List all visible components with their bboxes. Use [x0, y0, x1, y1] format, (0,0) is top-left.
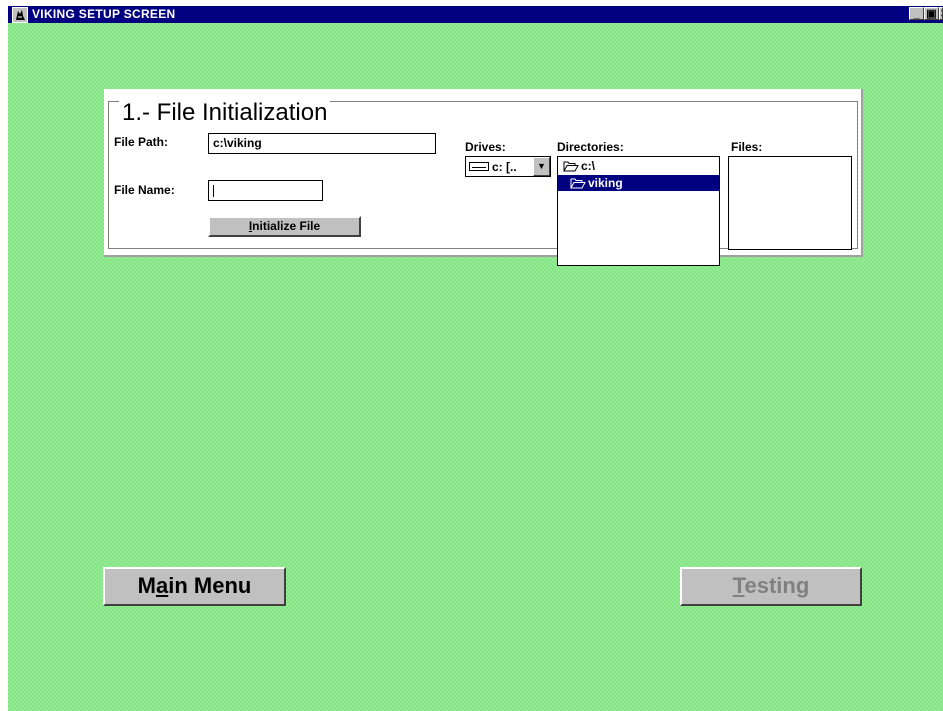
main-menu-label-start: M [137, 573, 156, 598]
text-caret [213, 184, 214, 197]
main-menu-mnemonic: a [155, 573, 169, 598]
initialize-label: nitialize File [252, 219, 321, 233]
title-bar[interactable]: VIKING SETUP SCREEN _ ▣ ✕ [8, 6, 943, 23]
file-initialization-panel: 1.- File Initialization File Path: c:\vi… [104, 89, 863, 266]
file-path-label: File Path: [114, 135, 169, 149]
testing-mnemonic: T [732, 573, 745, 598]
main-menu-label-end: in Menu [168, 573, 252, 598]
directories-label: Directories: [557, 140, 624, 154]
drives-select[interactable]: c: [.. ▼ [465, 156, 551, 177]
initialize-file-button[interactable]: Initialize File [208, 216, 361, 237]
section-title: 1.- File Initialization [119, 100, 331, 126]
client-area: 1.- File Initialization File Path: c:\vi… [8, 23, 943, 711]
close-button[interactable]: ✕ [939, 7, 943, 20]
directory-item-c-root[interactable]: c:\ [558, 158, 719, 174]
directory-item-viking[interactable]: viking [558, 175, 719, 191]
directory-name: viking [588, 176, 623, 190]
file-name-input[interactable] [208, 180, 323, 201]
file-path-input[interactable]: c:\viking [208, 133, 436, 154]
files-label: Files: [731, 140, 763, 154]
directory-name: c:\ [581, 159, 596, 173]
main-menu-button[interactable]: Main Menu [103, 567, 286, 606]
file-name-label: File Name: [114, 183, 175, 197]
minimize-button[interactable]: _ [909, 7, 924, 20]
testing-button[interactable]: Testing [680, 567, 862, 606]
folder-open-icon [570, 178, 586, 189]
restore-button[interactable]: ▣ [924, 7, 939, 20]
testing-label-end: esting [744, 573, 810, 598]
files-listbox[interactable] [728, 156, 852, 250]
folder-open-icon [563, 161, 579, 172]
directories-listbox[interactable]: c:\ viking [557, 156, 720, 266]
dropdown-arrow-icon[interactable]: ▼ [533, 157, 550, 176]
drives-value: c: [.. [492, 160, 517, 174]
window-title: VIKING SETUP SCREEN [32, 7, 176, 21]
viking-app-icon[interactable] [12, 7, 28, 23]
file-path-value: c:\viking [213, 136, 262, 150]
drives-label: Drives: [465, 140, 506, 154]
drive-icon [469, 162, 489, 171]
